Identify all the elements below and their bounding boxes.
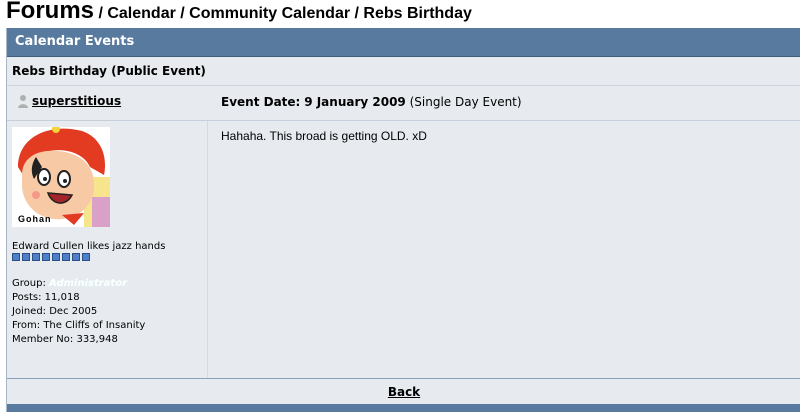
- footer-bar: Back: [7, 378, 800, 405]
- event-date: Event Date: 9 January 2009 (Single Day E…: [221, 95, 522, 109]
- post-body: Gohan Edward Cullen likes jazz hands Gro…: [7, 121, 800, 379]
- post-header-bar: superstitious Event Date: 9 January 2009…: [7, 86, 800, 121]
- event-title: Rebs Birthday (Public Event): [7, 57, 800, 86]
- rank-pip-icon: [52, 253, 60, 261]
- avatar: Gohan: [12, 127, 110, 227]
- group-line: Group: Administrator: [12, 277, 145, 291]
- rank-pips: [12, 253, 90, 261]
- group-value: Administrator: [49, 278, 127, 289]
- rank-pip-icon: [32, 253, 40, 261]
- event-date-label: Event Date:: [221, 95, 301, 109]
- group-label: Group:: [12, 278, 46, 289]
- rank-pip-icon: [12, 253, 20, 261]
- event-date-value: 9 January 2009: [304, 95, 406, 109]
- joined-date: Joined: Dec 2005: [12, 306, 98, 317]
- breadcrumb: Forums / Calendar / Community Calendar /…: [6, 0, 472, 26]
- breadcrumb-trail[interactable]: / Calendar / Community Calendar / Rebs B…: [94, 5, 471, 22]
- rank-pip-icon: [62, 253, 70, 261]
- user-icon: [18, 95, 28, 108]
- member-title: Edward Cullen likes jazz hands: [12, 241, 166, 252]
- rank-pip-icon: [72, 253, 80, 261]
- member-number: Member No: 333,948: [12, 334, 118, 345]
- poster-details: Gohan Edward Cullen likes jazz hands Gro…: [7, 121, 208, 379]
- location: From: The Cliffs of Insanity: [12, 320, 146, 331]
- breadcrumb-forums-link[interactable]: Forums: [6, 0, 94, 24]
- bottom-bar: [7, 404, 800, 412]
- rank-pip-icon: [42, 253, 50, 261]
- avatar-caption: Gohan: [18, 214, 52, 224]
- rank-pip-icon: [82, 253, 90, 261]
- poster-name-link[interactable]: superstitious: [32, 94, 121, 108]
- member-stats: Group: Administrator Posts: 11,018 Joine…: [12, 277, 145, 347]
- back-link[interactable]: Back: [388, 385, 420, 399]
- panel-title: Calendar Events: [7, 28, 800, 57]
- posts-count: Posts: 11,018: [12, 292, 80, 303]
- calendar-events-panel: Calendar Events Rebs Birthday (Public Ev…: [6, 28, 800, 412]
- avatar-image-icon: [12, 127, 110, 227]
- rank-pip-icon: [22, 253, 30, 261]
- event-date-note: (Single Day Event): [409, 95, 522, 109]
- post-text: Hahaha. This broad is getting OLD. xD: [221, 129, 427, 143]
- poster-name-block: superstitious: [17, 94, 121, 108]
